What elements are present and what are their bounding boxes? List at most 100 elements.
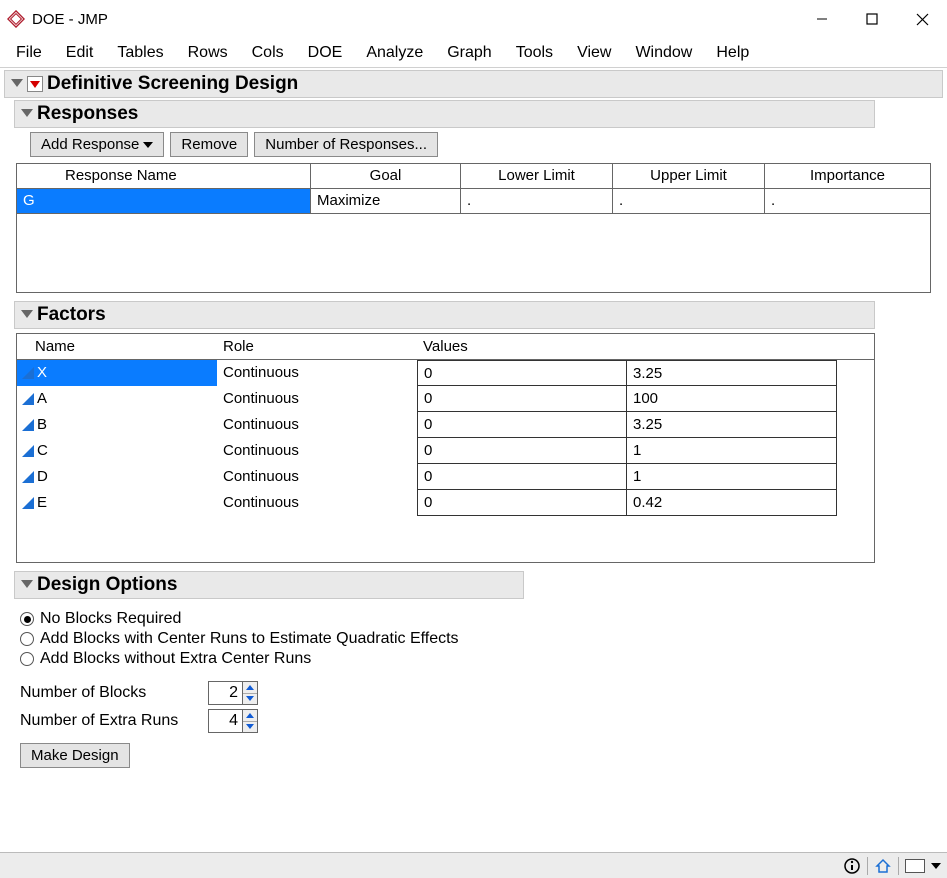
status-bar: [0, 852, 947, 878]
factor-value-high-cell[interactable]: 1: [627, 464, 837, 490]
menu-cols[interactable]: Cols: [240, 40, 296, 66]
status-combo[interactable]: [905, 859, 925, 873]
factor-row[interactable]: AContinuous0100: [17, 386, 874, 412]
continuous-factor-icon: [21, 418, 35, 432]
num-blocks-spinner[interactable]: 2: [208, 681, 258, 705]
col-importance[interactable]: Importance: [765, 164, 930, 188]
spinner-down-icon[interactable]: [243, 694, 257, 705]
col-lower-limit[interactable]: Lower Limit: [461, 164, 613, 188]
response-name-cell[interactable]: G: [17, 189, 311, 213]
response-goal-cell[interactable]: Maximize: [311, 189, 461, 213]
response-lower-cell[interactable]: .: [461, 189, 613, 213]
factor-row[interactable]: BContinuous03.25: [17, 412, 874, 438]
factor-value-high-cell[interactable]: 0.42: [627, 490, 837, 516]
factor-role-cell[interactable]: Continuous: [217, 360, 417, 386]
factor-value-high-cell[interactable]: 100: [627, 386, 837, 412]
menu-rows[interactable]: Rows: [176, 40, 240, 66]
minimize-button[interactable]: [797, 4, 847, 34]
factor-name-cell[interactable]: B: [17, 412, 217, 438]
col-factor-role[interactable]: Role: [217, 334, 417, 359]
responses-header[interactable]: Responses: [14, 100, 875, 128]
radio-icon[interactable]: [20, 652, 34, 666]
factor-name-cell[interactable]: A: [17, 386, 217, 412]
main-section-header[interactable]: Definitive Screening Design: [4, 70, 943, 98]
menu-tools[interactable]: Tools: [504, 40, 565, 66]
remove-response-button[interactable]: Remove: [170, 132, 248, 157]
factor-row[interactable]: XContinuous03.25: [17, 360, 874, 386]
col-factor-values[interactable]: Values: [417, 334, 837, 359]
spinner-up-icon[interactable]: [243, 710, 257, 722]
factor-value-low-cell[interactable]: 0: [417, 438, 627, 464]
disclosure-icon[interactable]: [21, 310, 33, 318]
factor-value-low-cell[interactable]: 0: [417, 412, 627, 438]
factor-value-low-cell[interactable]: 0: [417, 360, 627, 386]
factor-row[interactable]: DContinuous01: [17, 464, 874, 490]
factor-role-cell[interactable]: Continuous: [217, 490, 417, 516]
radio-blocks-center-runs[interactable]: Add Blocks with Center Runs to Estimate …: [14, 629, 947, 649]
disclosure-icon[interactable]: [21, 580, 33, 588]
radio-label: No Blocks Required: [40, 610, 181, 628]
factor-row[interactable]: CContinuous01: [17, 438, 874, 464]
window-title: DOE - JMP: [32, 11, 108, 28]
factor-value-high-cell[interactable]: 3.25: [627, 360, 837, 386]
factor-value-low-cell[interactable]: 0: [417, 490, 627, 516]
number-of-extra-runs-row: Number of Extra Runs 4: [14, 707, 947, 735]
factor-name-cell[interactable]: E: [17, 490, 217, 516]
factor-value-low-cell[interactable]: 0: [417, 386, 627, 412]
responses-row[interactable]: G Maximize . . .: [17, 189, 930, 214]
radio-icon[interactable]: [20, 632, 34, 646]
radio-label: Add Blocks with Center Runs to Estimate …: [40, 630, 459, 648]
status-combo-caret-icon[interactable]: [931, 863, 941, 869]
make-design-button[interactable]: Make Design: [20, 743, 130, 768]
factor-value-low-cell[interactable]: 0: [417, 464, 627, 490]
dropdown-caret-icon: [143, 142, 153, 148]
radio-blocks-no-extra[interactable]: Add Blocks without Extra Center Runs: [14, 649, 947, 669]
close-button[interactable]: [897, 4, 947, 34]
info-icon[interactable]: [843, 857, 861, 875]
factor-name-cell[interactable]: C: [17, 438, 217, 464]
factor-role-cell[interactable]: Continuous: [217, 438, 417, 464]
menu-file[interactable]: File: [4, 40, 54, 66]
col-factor-name[interactable]: Name: [17, 334, 217, 359]
spinner-down-icon[interactable]: [243, 722, 257, 733]
disclosure-icon[interactable]: [21, 109, 33, 117]
radio-no-blocks[interactable]: No Blocks Required: [14, 609, 947, 629]
menu-edit[interactable]: Edit: [54, 40, 106, 66]
radio-icon[interactable]: [20, 612, 34, 626]
factor-role-cell[interactable]: Continuous: [217, 464, 417, 490]
menu-help[interactable]: Help: [704, 40, 761, 66]
number-of-responses-button[interactable]: Number of Responses...: [254, 132, 438, 157]
factor-value-high-cell[interactable]: 3.25: [627, 412, 837, 438]
factor-value-high-cell[interactable]: 1: [627, 438, 837, 464]
factor-role-cell[interactable]: Continuous: [217, 386, 417, 412]
responses-title: Responses: [37, 103, 138, 125]
menu-doe[interactable]: DOE: [296, 40, 355, 66]
menu-window[interactable]: Window: [623, 40, 704, 66]
factor-row[interactable]: EContinuous00.42: [17, 490, 874, 516]
design-options-header[interactable]: Design Options: [14, 571, 524, 599]
platform-menu-icon[interactable]: [27, 76, 43, 92]
num-extra-spinner[interactable]: 4: [208, 709, 258, 733]
factor-name-cell[interactable]: D: [17, 464, 217, 490]
menu-view[interactable]: View: [565, 40, 623, 66]
menubar: FileEditTablesRowsColsDOEAnalyzeGraphToo…: [0, 38, 947, 68]
factors-header[interactable]: Factors: [14, 301, 875, 329]
col-goal[interactable]: Goal: [311, 164, 461, 188]
spinner-up-icon[interactable]: [243, 682, 257, 694]
menu-analyze[interactable]: Analyze: [354, 40, 435, 66]
menu-graph[interactable]: Graph: [435, 40, 503, 66]
col-upper-limit[interactable]: Upper Limit: [613, 164, 765, 188]
num-extra-value[interactable]: 4: [209, 710, 243, 732]
response-upper-cell[interactable]: .: [613, 189, 765, 213]
num-blocks-value[interactable]: 2: [209, 682, 243, 704]
home-icon[interactable]: [874, 857, 892, 875]
factor-name-cell[interactable]: X: [17, 360, 217, 386]
responses-header-row: Response Name Goal Lower Limit Upper Lim…: [17, 164, 930, 189]
response-importance-cell[interactable]: .: [765, 189, 930, 213]
maximize-button[interactable]: [847, 4, 897, 34]
menu-tables[interactable]: Tables: [105, 40, 175, 66]
disclosure-icon[interactable]: [11, 79, 23, 87]
factor-role-cell[interactable]: Continuous: [217, 412, 417, 438]
add-response-button[interactable]: Add Response: [30, 132, 164, 157]
col-response-name[interactable]: Response Name: [17, 164, 311, 188]
